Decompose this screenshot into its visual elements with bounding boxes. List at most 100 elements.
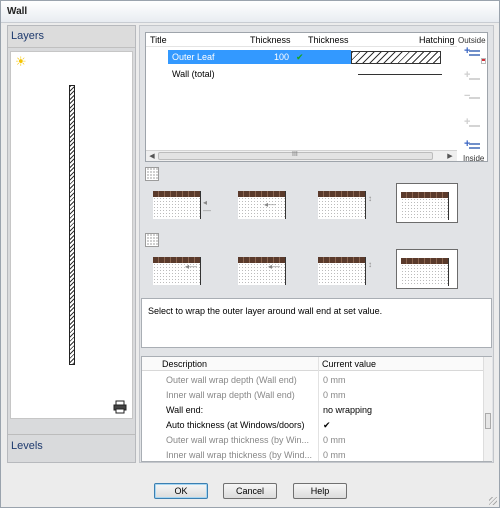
layer-tools: Outside + + − + + Inside bbox=[457, 33, 487, 163]
arrow-left-icon: ◂— bbox=[185, 262, 198, 271]
layer-thickness[interactable]: 100 bbox=[274, 52, 289, 62]
layer-title: Wall (total) bbox=[172, 69, 215, 79]
scroll-right-icon[interactable]: ▶ bbox=[445, 152, 455, 161]
property-grid-header: Description Current value bbox=[142, 357, 483, 371]
property-row[interactable]: Outer wall wrap thickness (by Win... 0 m… bbox=[142, 433, 483, 448]
layers-table-header: Title Thickness Thickness Hatching bbox=[146, 33, 457, 47]
move-layer-button[interactable]: + bbox=[464, 117, 480, 131]
help-button[interactable]: Help bbox=[293, 483, 347, 499]
layers-table: Title Thickness Thickness Hatching Outer… bbox=[146, 33, 457, 150]
arrow-left-icon: ◂— bbox=[264, 200, 277, 209]
property-description: Auto thickness (at Windows/doors) bbox=[166, 420, 305, 430]
wall-end-options-icon bbox=[145, 167, 159, 181]
arrow-left-icon: ◂— bbox=[203, 198, 211, 215]
property-description: Inner wall wrap depth (Wall end) bbox=[166, 390, 295, 400]
wrap-option-wall-end-1[interactable]: ◂— bbox=[149, 183, 211, 223]
scroll-left-icon[interactable]: ◀ bbox=[147, 152, 157, 161]
layer-bar-icon bbox=[469, 78, 480, 80]
layer-bar-icon bbox=[469, 54, 480, 56]
scroll-thumb[interactable] bbox=[485, 413, 491, 429]
sun-icon: ☀ bbox=[15, 54, 27, 69]
layer-title: Outer Leaf bbox=[172, 52, 215, 62]
wall-preview: ☀ bbox=[10, 51, 133, 419]
property-grid: Description Current value Outer wall wra… bbox=[141, 356, 492, 462]
wall-layer-icon bbox=[238, 197, 286, 219]
wall-layer-icon bbox=[153, 197, 201, 219]
outside-label: Outside bbox=[458, 36, 486, 45]
layers-table-frame: Title Thickness Thickness Hatching Outer… bbox=[145, 32, 488, 163]
property-value[interactable]: 0 mm bbox=[323, 450, 473, 460]
wrap-option-opening-3[interactable]: ↕ bbox=[314, 249, 376, 289]
property-vertical-scrollbar[interactable] bbox=[483, 357, 492, 461]
layers-section-label: Layers bbox=[11, 30, 45, 42]
title-bar: Wall bbox=[1, 1, 499, 23]
wrap-option-wall-end-2[interactable]: ◂— bbox=[234, 183, 296, 223]
option-description-box: Select to wrap the outer layer around wa… bbox=[141, 298, 492, 348]
column-auto-thickness[interactable]: Thickness bbox=[308, 35, 349, 45]
column-description[interactable]: Description bbox=[162, 359, 207, 369]
dimension-arrow-icon: ↕ bbox=[368, 260, 372, 269]
cancel-button[interactable]: Cancel bbox=[223, 483, 277, 499]
wrap-option-opening-2[interactable]: ◂— bbox=[234, 249, 296, 289]
layer-bar-icon bbox=[469, 147, 480, 149]
property-row[interactable]: Inner wall wrap depth (Wall end) 0 mm bbox=[142, 388, 483, 403]
hatching-pattern-cell[interactable] bbox=[351, 51, 441, 64]
property-value[interactable]: no wrapping bbox=[323, 405, 473, 415]
remove-layer-button[interactable]: − bbox=[464, 91, 480, 105]
arrow-left-icon: ◂— bbox=[268, 262, 281, 271]
column-hatching[interactable]: Hatching bbox=[419, 35, 455, 45]
add-layer-inside-button[interactable]: + bbox=[464, 139, 480, 153]
wall-section-drawing bbox=[69, 85, 75, 365]
wrap-option-opening-4[interactable] bbox=[396, 249, 458, 289]
scroll-thumb-grip: III bbox=[292, 151, 298, 158]
property-row[interactable]: Inner wall wrap thickness (by Wind... 0 … bbox=[142, 448, 483, 463]
wall-dialog: Wall Layers ☀ Levels Title Thickness Thi… bbox=[0, 0, 500, 508]
wall-layer-icon bbox=[318, 263, 366, 285]
column-thickness[interactable]: Thickness bbox=[250, 35, 291, 45]
layer-row-outer-leaf[interactable]: Outer Leaf 100 ✔ bbox=[146, 50, 457, 64]
property-row[interactable]: Wall end: no wrapping bbox=[142, 403, 483, 418]
property-description: Outer wall wrap thickness (by Win... bbox=[166, 435, 310, 445]
property-row[interactable]: Outer wall wrap depth (Wall end) 0 mm bbox=[142, 373, 483, 388]
total-thickness-line bbox=[358, 74, 442, 75]
property-value[interactable]: 0 mm bbox=[323, 390, 473, 400]
levels-section-header[interactable]: Levels bbox=[8, 434, 135, 462]
wrap-option-wall-end-4[interactable] bbox=[396, 183, 458, 223]
layers-horizontal-scrollbar[interactable]: ◀ III ▶ bbox=[146, 150, 457, 161]
layers-section-header[interactable]: Layers bbox=[8, 26, 135, 48]
column-current-value[interactable]: Current value bbox=[322, 359, 376, 369]
wall-layer-icon bbox=[401, 198, 449, 220]
right-area: Title Thickness Thickness Hatching Outer… bbox=[139, 25, 494, 463]
layer-bar-icon bbox=[469, 143, 480, 145]
layer-bar-icon bbox=[469, 125, 480, 127]
layer-bar-icon bbox=[469, 50, 480, 52]
wall-layer-icon bbox=[318, 197, 366, 219]
property-value-checkmark[interactable]: ✔ bbox=[323, 420, 473, 431]
property-description: Inner wall wrap thickness (by Wind... bbox=[166, 450, 312, 460]
property-row[interactable]: Auto thickness (at Windows/doors) ✔ bbox=[142, 418, 483, 433]
ok-button[interactable]: OK bbox=[154, 483, 208, 499]
layer-row-wall-total[interactable]: Wall (total) bbox=[146, 67, 457, 81]
wall-layer-icon bbox=[401, 264, 449, 286]
window-title: Wall bbox=[7, 6, 28, 17]
column-title[interactable]: Title bbox=[150, 35, 167, 45]
printer-icon[interactable] bbox=[113, 400, 127, 414]
auto-thickness-check-icon[interactable]: ✔ bbox=[296, 52, 304, 63]
dimension-arrow-icon: ↕ bbox=[368, 194, 372, 203]
property-value[interactable]: 0 mm bbox=[323, 375, 473, 385]
property-description: Outer wall wrap depth (Wall end) bbox=[166, 375, 297, 385]
left-panel: Layers ☀ Levels bbox=[7, 25, 136, 463]
scroll-thumb[interactable]: III bbox=[158, 151, 433, 160]
inside-label: Inside bbox=[463, 154, 485, 163]
levels-section-label: Levels bbox=[11, 440, 43, 452]
property-value[interactable]: 0 mm bbox=[323, 435, 473, 445]
flag-icon bbox=[481, 58, 486, 64]
window-door-options-icon bbox=[145, 233, 159, 247]
insert-layer-button[interactable]: + bbox=[464, 70, 480, 84]
resize-grip-icon[interactable] bbox=[489, 497, 497, 505]
wrap-option-wall-end-3[interactable]: ↕ bbox=[314, 183, 376, 223]
property-description: Wall end: bbox=[166, 405, 204, 415]
add-layer-outside-button[interactable]: + bbox=[464, 46, 480, 60]
layer-bar-icon bbox=[469, 97, 480, 99]
wrap-option-opening-1[interactable]: ◂— bbox=[149, 249, 211, 289]
